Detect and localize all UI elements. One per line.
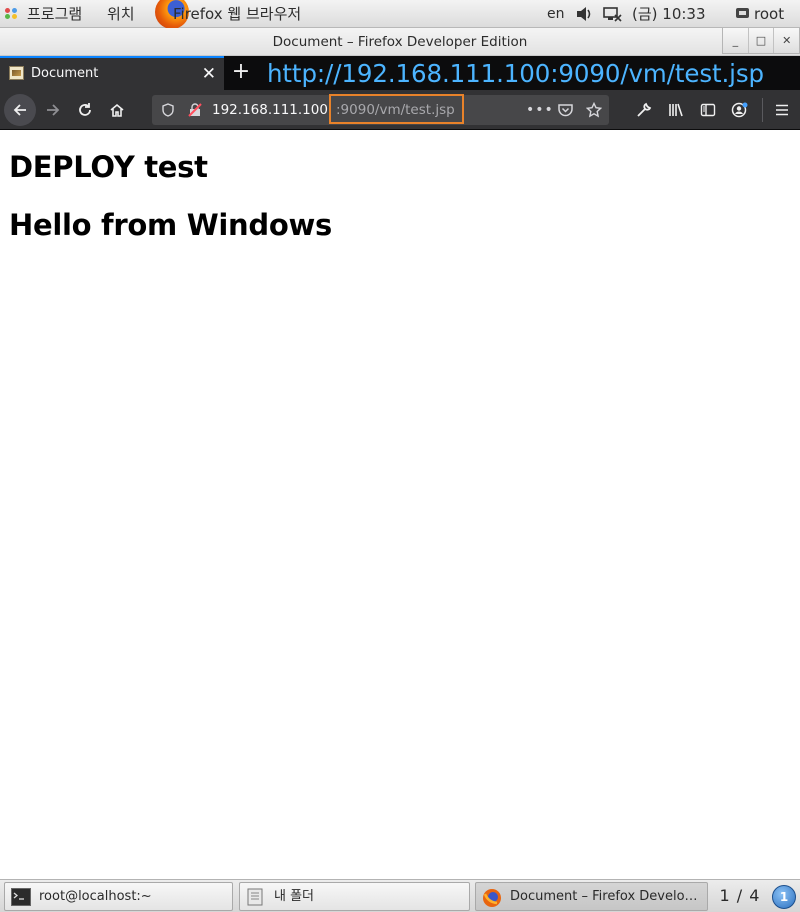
account-icon[interactable] (724, 94, 756, 126)
new-tab-button[interactable]: + (229, 56, 253, 88)
taskbar-item-label: root@localhost:~ (39, 889, 152, 904)
url-overlay-text: http://192.168.111.100:9090/vm/test.jsp (267, 59, 765, 88)
taskbar-item-firefox[interactable]: Document – Firefox Develo… (475, 882, 708, 911)
tab-close-icon[interactable]: ✕ (202, 58, 216, 90)
url-host: 192.168.111.100 (212, 102, 328, 118)
clock[interactable]: (금) 10:33 (632, 0, 706, 28)
window-titlebar[interactable]: Document – Firefox Developer Edition _ □… (0, 28, 800, 56)
taskbar-item-terminal[interactable]: root@localhost:~ (4, 882, 233, 911)
page-heading-hello: Hello from Windows (9, 208, 332, 242)
user-menu[interactable]: root (754, 0, 784, 28)
top-panel: 프로그램 위치 Firefox 웹 브라우저 en (금) 10:33 root (0, 0, 800, 28)
back-button[interactable] (4, 94, 36, 126)
bottom-taskbar: root@localhost:~ 내 폴더 Document – Firefox… (0, 879, 800, 912)
toolbar-separator (762, 98, 763, 122)
url-bar[interactable]: 192.168.111.100 :9090/vm/test.jsp ••• (152, 94, 609, 125)
page-heading-deploy: DEPLOY test (9, 150, 208, 184)
applications-menu[interactable]: 프로그램 (27, 0, 82, 28)
page-actions-icon[interactable]: ••• (526, 95, 553, 125)
applications-icon (5, 8, 19, 20)
notification-badge[interactable]: 1 (772, 885, 796, 909)
window-controls: _ □ ✕ (722, 28, 800, 54)
navigation-toolbar: 192.168.111.100 :9090/vm/test.jsp ••• (0, 90, 800, 130)
minimize-button[interactable]: _ (723, 28, 748, 53)
library-icon[interactable] (660, 94, 692, 126)
url-highlight-box (329, 94, 464, 124)
forward-button[interactable] (37, 94, 69, 126)
tab-document[interactable]: Document ✕ (0, 56, 224, 90)
hamburger-menu-icon[interactable] (766, 94, 798, 126)
tab-strip: Document ✕ + http://192.168.111.100:9090… (0, 56, 800, 90)
page-content: DEPLOY test Hello from Windows (0, 130, 800, 879)
developer-tools-icon[interactable] (628, 94, 660, 126)
bookmark-star-icon[interactable] (584, 95, 604, 125)
firefox-launcher[interactable]: Firefox 웹 브라우저 (173, 0, 301, 28)
network-icon[interactable] (603, 0, 623, 28)
firefox-icon (482, 888, 502, 907)
taskbar-item-label: Document – Firefox Develo… (510, 889, 698, 904)
workspace-switcher[interactable]: 1 / 4 (712, 880, 768, 912)
page-favicon-icon (9, 66, 24, 80)
close-window-button[interactable]: ✕ (773, 28, 799, 53)
window-title: Document – Firefox Developer Edition (272, 34, 528, 50)
maximize-button[interactable]: □ (747, 28, 774, 53)
terminal-icon (11, 888, 31, 906)
insecure-connection-icon[interactable] (185, 95, 205, 125)
volume-icon[interactable] (575, 0, 593, 28)
home-button[interactable] (101, 94, 133, 126)
places-menu[interactable]: 위치 (107, 0, 135, 28)
folder-icon (246, 888, 266, 906)
pocket-icon[interactable] (555, 95, 575, 125)
tab-label: Document (31, 66, 99, 81)
taskbar-item-label: 내 폴더 (274, 889, 315, 904)
tracking-protection-icon[interactable] (158, 95, 178, 125)
reload-button[interactable] (69, 94, 101, 126)
taskbar-item-folder[interactable]: 내 폴더 (239, 882, 470, 911)
keyboard-layout-indicator[interactable]: en (547, 0, 565, 28)
sidebar-toggle-icon[interactable] (692, 94, 724, 126)
user-menu-icon[interactable] (735, 0, 751, 28)
